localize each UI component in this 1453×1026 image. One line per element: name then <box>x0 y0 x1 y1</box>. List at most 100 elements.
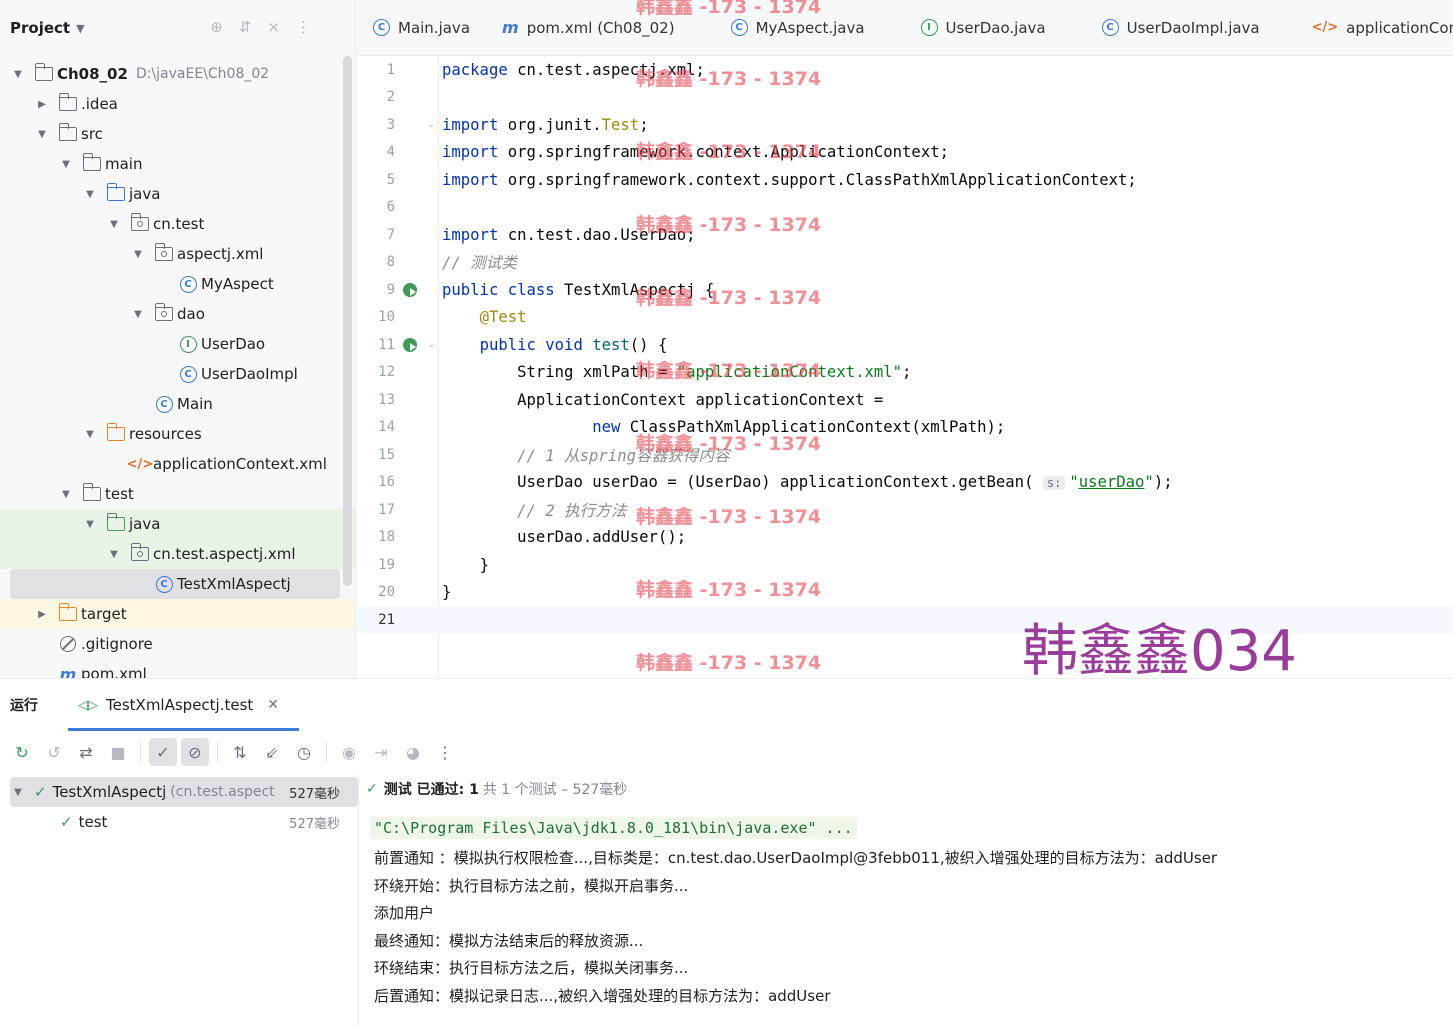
code-line: 13 ApplicationContext applicationContext… <box>357 386 1453 414</box>
tab-userdaoimpl-java[interactable]: C UserDaoImpl.java <box>1062 0 1276 55</box>
run-test-icon[interactable] <box>403 337 417 352</box>
test-row-class[interactable]: ▼ ✓ TestXmlAspectj (cn.test.aspect 527毫秒 <box>10 777 358 807</box>
chevron-right-icon[interactable]: ▶ <box>34 609 50 620</box>
console-line-command: "C:\Program Files\Java\jdk1.8.0_181\bin\… <box>370 817 857 839</box>
chevron-down-icon[interactable]: ▼ <box>82 189 98 200</box>
show-ignored-icon[interactable]: ⊘ <box>181 738 209 766</box>
toggle-auto-test-icon[interactable]: ⇄ <box>72 738 100 766</box>
tree-item-resources[interactable]: ▼ resources <box>0 419 355 449</box>
interface-icon: I <box>920 19 938 36</box>
gauge-icon[interactable]: ◕ <box>399 738 427 766</box>
line-number: 11 <box>378 336 395 353</box>
tree-item-main-class[interactable]: C Main <box>0 389 355 419</box>
code-line: 9 public class TestXmlAspectj { <box>357 276 1453 304</box>
tab-label: UserDao.java <box>945 18 1046 37</box>
chevron-down-icon[interactable]: ▼ <box>58 159 74 170</box>
tree-item-aspectj-xml[interactable]: ▼ aspectj.xml <box>0 239 355 269</box>
keyword: import <box>442 225 499 244</box>
toolbar-separator <box>140 742 141 762</box>
chevron-down-icon[interactable]: ▼ <box>34 129 50 140</box>
tab-myaspect-java[interactable]: C MyAspect.java <box>691 0 881 55</box>
tab-pom-xml[interactable]: m pom.xml (Ch08_02) <box>486 0 691 55</box>
more-icon[interactable]: ⋮ <box>296 18 311 36</box>
tree-item-userdao[interactable]: I UserDao <box>0 329 355 359</box>
tree-item-test-java[interactable]: ▼ java <box>0 509 355 539</box>
collapse-all-icon[interactable]: ⨯ <box>267 18 280 36</box>
tree-item-gitignore[interactable]: .gitignore <box>0 629 355 659</box>
tree-path: D:\javaEE\Ch08_02 <box>135 66 270 82</box>
tree-item-userdaoimpl[interactable]: C UserDaoImpl <box>0 359 355 389</box>
sort-icon[interactable]: ⇅ <box>226 738 254 766</box>
project-title[interactable]: Project <box>10 19 70 37</box>
chevron-down-icon[interactable]: ▼ <box>130 309 146 320</box>
tree-item-src[interactable]: ▼ src <box>0 119 355 149</box>
show-passed-icon[interactable]: ✓ <box>149 738 177 766</box>
tree-item-dao[interactable]: ▼ dao <box>0 299 355 329</box>
chevron-down-icon[interactable]: ▼ <box>106 549 122 560</box>
method-name: test <box>582 335 630 354</box>
author-watermark: 韩鑫鑫034 <box>1022 619 1297 684</box>
expand-all-icon[interactable]: ⇵ <box>239 18 252 36</box>
fold-icon[interactable]: ⌄ <box>427 119 435 130</box>
line-number: 15 <box>378 446 395 463</box>
chevron-down-icon[interactable]: ▼ <box>58 489 74 500</box>
stop-icon[interactable]: ■ <box>104 738 132 766</box>
keyword: import <box>442 170 499 189</box>
locate-icon[interactable]: ⊕ <box>210 18 223 36</box>
tree-label: .gitignore <box>81 635 153 653</box>
collapse-icon[interactable]: ⇙ <box>258 738 286 766</box>
rerun-icon[interactable]: ↻ <box>8 738 36 766</box>
close-icon[interactable]: ✕ <box>267 697 279 713</box>
chevron-down-icon[interactable]: ▼ <box>106 219 122 230</box>
code-text: UserDao userDao = (UserDao) applicationC… <box>517 473 1034 492</box>
chevron-down-icon[interactable]: ▼ <box>76 22 84 35</box>
line-number: 20 <box>378 584 395 601</box>
import-icon[interactable]: ⇥ <box>367 738 395 766</box>
chevron-down-icon[interactable]: ▼ <box>130 249 146 260</box>
keyword: public void <box>479 335 583 354</box>
tab-userdao-java[interactable]: I UserDao.java <box>881 0 1062 55</box>
xml-file-icon: </> <box>126 456 154 472</box>
rerun-failed-icon[interactable]: ↺ <box>40 738 68 766</box>
tree-item-myaspect[interactable]: C MyAspect <box>0 269 355 299</box>
chevron-down-icon[interactable]: ▼ <box>82 519 98 530</box>
run-tab-testxmlaspectj[interactable]: ◁▷ TestXmlAspectj.test ✕ <box>68 679 300 731</box>
comment: // 1 从spring容器获得内容 <box>517 446 730 465</box>
run-test-icon[interactable] <box>403 282 417 297</box>
chevron-right-icon[interactable]: ▶ <box>34 99 50 110</box>
project-scrollbar[interactable] <box>343 56 352 586</box>
tree-item-main-java[interactable]: ▼ java <box>0 179 355 209</box>
tab-applicationcontext[interactable]: </> applicationConte <box>1276 0 1453 55</box>
xml-file-icon: </> <box>1311 20 1339 35</box>
chevron-down-icon[interactable]: ▼ <box>82 429 98 440</box>
tree-item-test[interactable]: ▼ test <box>0 479 355 509</box>
test-status-passed: 测试 已通过: 1 <box>383 782 479 798</box>
tree-item-cn-test[interactable]: ▼ cn.test <box>0 209 355 239</box>
tree-label: UserDao <box>201 335 266 353</box>
tree-item-cn-test-aspectj-xml[interactable]: ▼ cn.test.aspectj.xml <box>0 539 355 569</box>
string-literal: userDao <box>1078 473 1145 492</box>
tree-label: resources <box>129 425 202 443</box>
test-row-method[interactable]: ✓ test 527毫秒 <box>10 807 358 837</box>
tab-main-java[interactable]: C Main.java <box>357 0 486 55</box>
tree-item-applicationcontext[interactable]: </> applicationContext.xml <box>0 449 355 479</box>
tree-item-target[interactable]: ▶ target <box>0 599 355 629</box>
tree-item-testxmlaspectj[interactable]: C TestXmlAspectj <box>10 569 340 599</box>
console-output[interactable]: ✓ 测试 已通过: 1 共 1 个测试 – 527毫秒 "C:\Program … <box>360 775 1453 1026</box>
camera-icon[interactable]: ◉ <box>335 738 363 766</box>
console-line: 环绕结束：执行目标方法之后，模拟关闭事务... <box>374 959 689 977</box>
history-icon[interactable]: ◷ <box>290 738 318 766</box>
chevron-down-icon[interactable]: ▼ <box>10 787 26 798</box>
tree-item-pom[interactable]: m pom.xml <box>0 659 355 679</box>
fold-icon[interactable]: ⌄ <box>427 339 435 350</box>
tree-item-project-root[interactable]: ▼ Ch08_02 D:\javaEE\Ch08_02 <box>0 59 355 89</box>
tree-item-idea[interactable]: ▶ .idea <box>0 89 355 119</box>
chevron-down-icon[interactable]: ▼ <box>10 69 26 80</box>
tree-label: .idea <box>81 95 118 113</box>
tree-item-main[interactable]: ▼ main <box>0 149 355 179</box>
line-number: 10 <box>378 309 395 326</box>
tree-label: Ch08_02 <box>57 65 128 83</box>
more-icon[interactable]: ⋮ <box>431 738 459 766</box>
runnable-class-icon: C <box>373 19 390 36</box>
code-editor[interactable]: 1 package cn.test.aspectj.xml; 2 3 ⌄ imp… <box>357 56 1453 678</box>
